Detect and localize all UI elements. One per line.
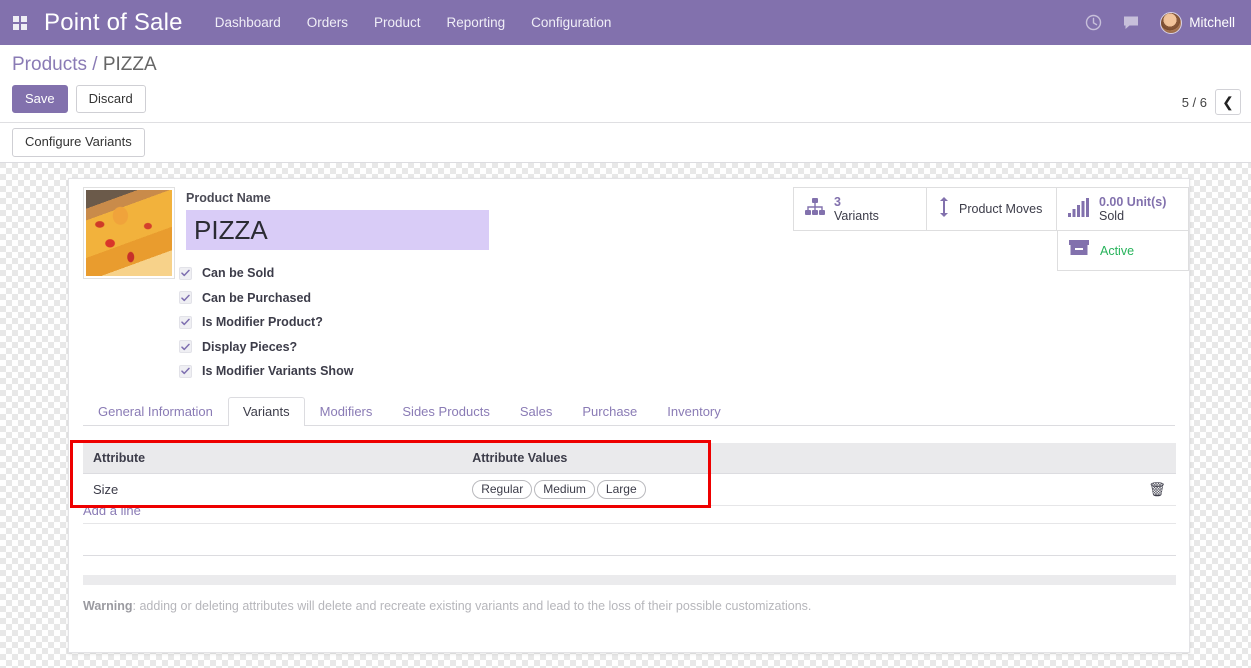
chat-bubble-icon[interactable]	[1122, 15, 1140, 31]
check-icon	[179, 291, 192, 305]
pager-count: 5 / 6	[1181, 94, 1207, 110]
product-name-label: Product Name	[186, 191, 271, 205]
column-header-attribute-values: Attribute Values	[462, 443, 1132, 474]
breadcrumb-root[interactable]: Products	[12, 54, 87, 75]
check-icon	[179, 315, 192, 329]
checkbox-can-be-purchased[interactable]: Can be Purchased	[179, 286, 353, 311]
tab-inventory[interactable]: Inventory	[652, 397, 735, 426]
attribute-value-chip[interactable]: Medium	[534, 480, 595, 499]
check-icon	[179, 340, 192, 354]
apps-grid-icon[interactable]	[4, 15, 36, 30]
checkbox-label: Is Modifier Variants Show	[202, 364, 354, 379]
checkbox-label: Display Pieces?	[202, 339, 298, 354]
stat-button-product-moves[interactable]: Product Moves	[927, 187, 1057, 231]
control-panel: Products / PIZZA Save Discard 5 / 6 ❮	[0, 45, 1251, 123]
tab-general-information[interactable]: General Information	[83, 397, 228, 426]
stat-buttons-group: 3 Variants Product Moves 0.00 Unit(s) So…	[793, 187, 1189, 271]
arrows-vertical-icon	[937, 196, 951, 223]
variants-caption: Variants	[834, 209, 879, 223]
avatar	[1160, 11, 1183, 34]
navbar-right-group: Mitchell	[1085, 11, 1251, 34]
product-image[interactable]	[83, 187, 175, 279]
menu-item-product[interactable]: Product	[374, 15, 421, 30]
divider-top	[83, 523, 1176, 524]
discard-button[interactable]: Discard	[75, 85, 146, 114]
bar-chart-icon	[1067, 197, 1091, 222]
attributes-table: Attribute Attribute Values Size Regular M…	[83, 443, 1176, 506]
cell-attribute-name[interactable]: Size	[83, 473, 463, 506]
checkbox-label: Can be Sold	[202, 266, 275, 281]
menu-item-orders[interactable]: Orders	[307, 15, 348, 30]
stat-button-variants[interactable]: 3 Variants	[793, 187, 927, 231]
checkbox-label: Is Modifier Product?	[202, 315, 323, 330]
check-icon	[179, 364, 192, 378]
tab-purchase[interactable]: Purchase	[567, 397, 652, 426]
configure-variants-button[interactable]: Configure Variants	[12, 128, 145, 157]
variants-count: 3	[834, 194, 841, 209]
checkbox-display-pieces[interactable]: Display Pieces?	[179, 335, 353, 360]
checkbox-is-modifier-variants-show[interactable]: Is Modifier Variants Show	[179, 359, 353, 384]
table-row[interactable]: Size Regular Medium Large 🗑	[83, 473, 1176, 506]
trash-icon[interactable]: 🗑	[1148, 481, 1166, 497]
divider-bottom	[83, 555, 1176, 556]
archive-status-label: Active	[1100, 243, 1135, 258]
footer-gray-bar	[83, 575, 1176, 585]
breadcrumb-current: PIZZA	[102, 54, 157, 75]
menu-item-dashboard[interactable]: Dashboard	[215, 15, 281, 30]
secondary-toolbar: Configure Variants	[0, 123, 1251, 163]
attribute-value-chip[interactable]: Large	[596, 480, 646, 499]
table-header-row: Attribute Attribute Values	[83, 443, 1176, 474]
top-navbar: Point of Sale Dashboard Orders Product R…	[0, 0, 1251, 45]
units-sold-caption: Sold	[1099, 209, 1125, 223]
clock-icon[interactable]	[1085, 14, 1102, 31]
product-flags-group: Can be Sold Can be Purchased Is Modifier…	[179, 261, 353, 384]
save-button[interactable]: Save	[12, 85, 68, 114]
app-brand-title: Point of Sale	[44, 8, 183, 36]
tab-sales[interactable]: Sales	[505, 397, 568, 426]
stat-button-units-sold[interactable]: 0.00 Unit(s) Sold	[1057, 187, 1189, 231]
menu-item-reporting[interactable]: Reporting	[447, 15, 506, 30]
chevron-left-icon[interactable]: ❮	[1215, 89, 1241, 115]
units-sold-value: 0.00 Unit(s)	[1099, 194, 1167, 209]
checkbox-label: Can be Purchased	[202, 290, 312, 305]
tab-variants[interactable]: Variants	[227, 397, 305, 426]
add-a-line-link[interactable]: Add a line	[83, 503, 141, 518]
form-sheet: Product Name Can be Sold Can be Purchase…	[68, 178, 1190, 653]
product-moves-caption: Product Moves	[959, 201, 1043, 216]
checkbox-can-be-sold[interactable]: Can be Sold	[179, 261, 353, 286]
cell-row-actions: 🗑	[1131, 473, 1176, 506]
user-name: Mitchell	[1189, 15, 1235, 30]
record-pager: 5 / 6 ❮	[1182, 89, 1241, 115]
variants-warning-note: Warning: adding or deleting attributes w…	[83, 599, 811, 613]
warning-text: : adding or deleting attributes will del…	[132, 599, 812, 613]
breadcrumb-separator: /	[92, 54, 98, 75]
column-header-actions	[1131, 443, 1176, 474]
hierarchy-icon	[804, 197, 826, 222]
cell-attribute-values[interactable]: Regular Medium Large	[462, 473, 1132, 506]
attribute-value-chip[interactable]: Regular	[472, 480, 533, 499]
notebook-tabs: General Information Variants Modifiers S…	[83, 396, 1175, 426]
archive-box-icon	[1068, 238, 1090, 263]
user-menu[interactable]: Mitchell	[1160, 11, 1235, 34]
menu-item-configuration[interactable]: Configuration	[531, 15, 611, 30]
tab-modifiers[interactable]: Modifiers	[305, 397, 388, 426]
warning-prefix: Warning	[83, 599, 133, 613]
record-action-buttons: Save Discard	[12, 85, 146, 114]
stat-button-archive[interactable]: Active	[1057, 231, 1189, 271]
product-name-input[interactable]	[186, 210, 489, 250]
breadcrumb: Products / PIZZA	[12, 54, 157, 76]
checkbox-is-modifier-product[interactable]: Is Modifier Product?	[179, 310, 353, 335]
check-icon	[179, 266, 192, 280]
tab-sides-products[interactable]: Sides Products	[387, 397, 504, 426]
main-menu: Dashboard Orders Product Reporting Confi…	[215, 15, 612, 30]
pizza-product-photo	[86, 190, 172, 276]
column-header-attribute: Attribute	[83, 443, 463, 474]
